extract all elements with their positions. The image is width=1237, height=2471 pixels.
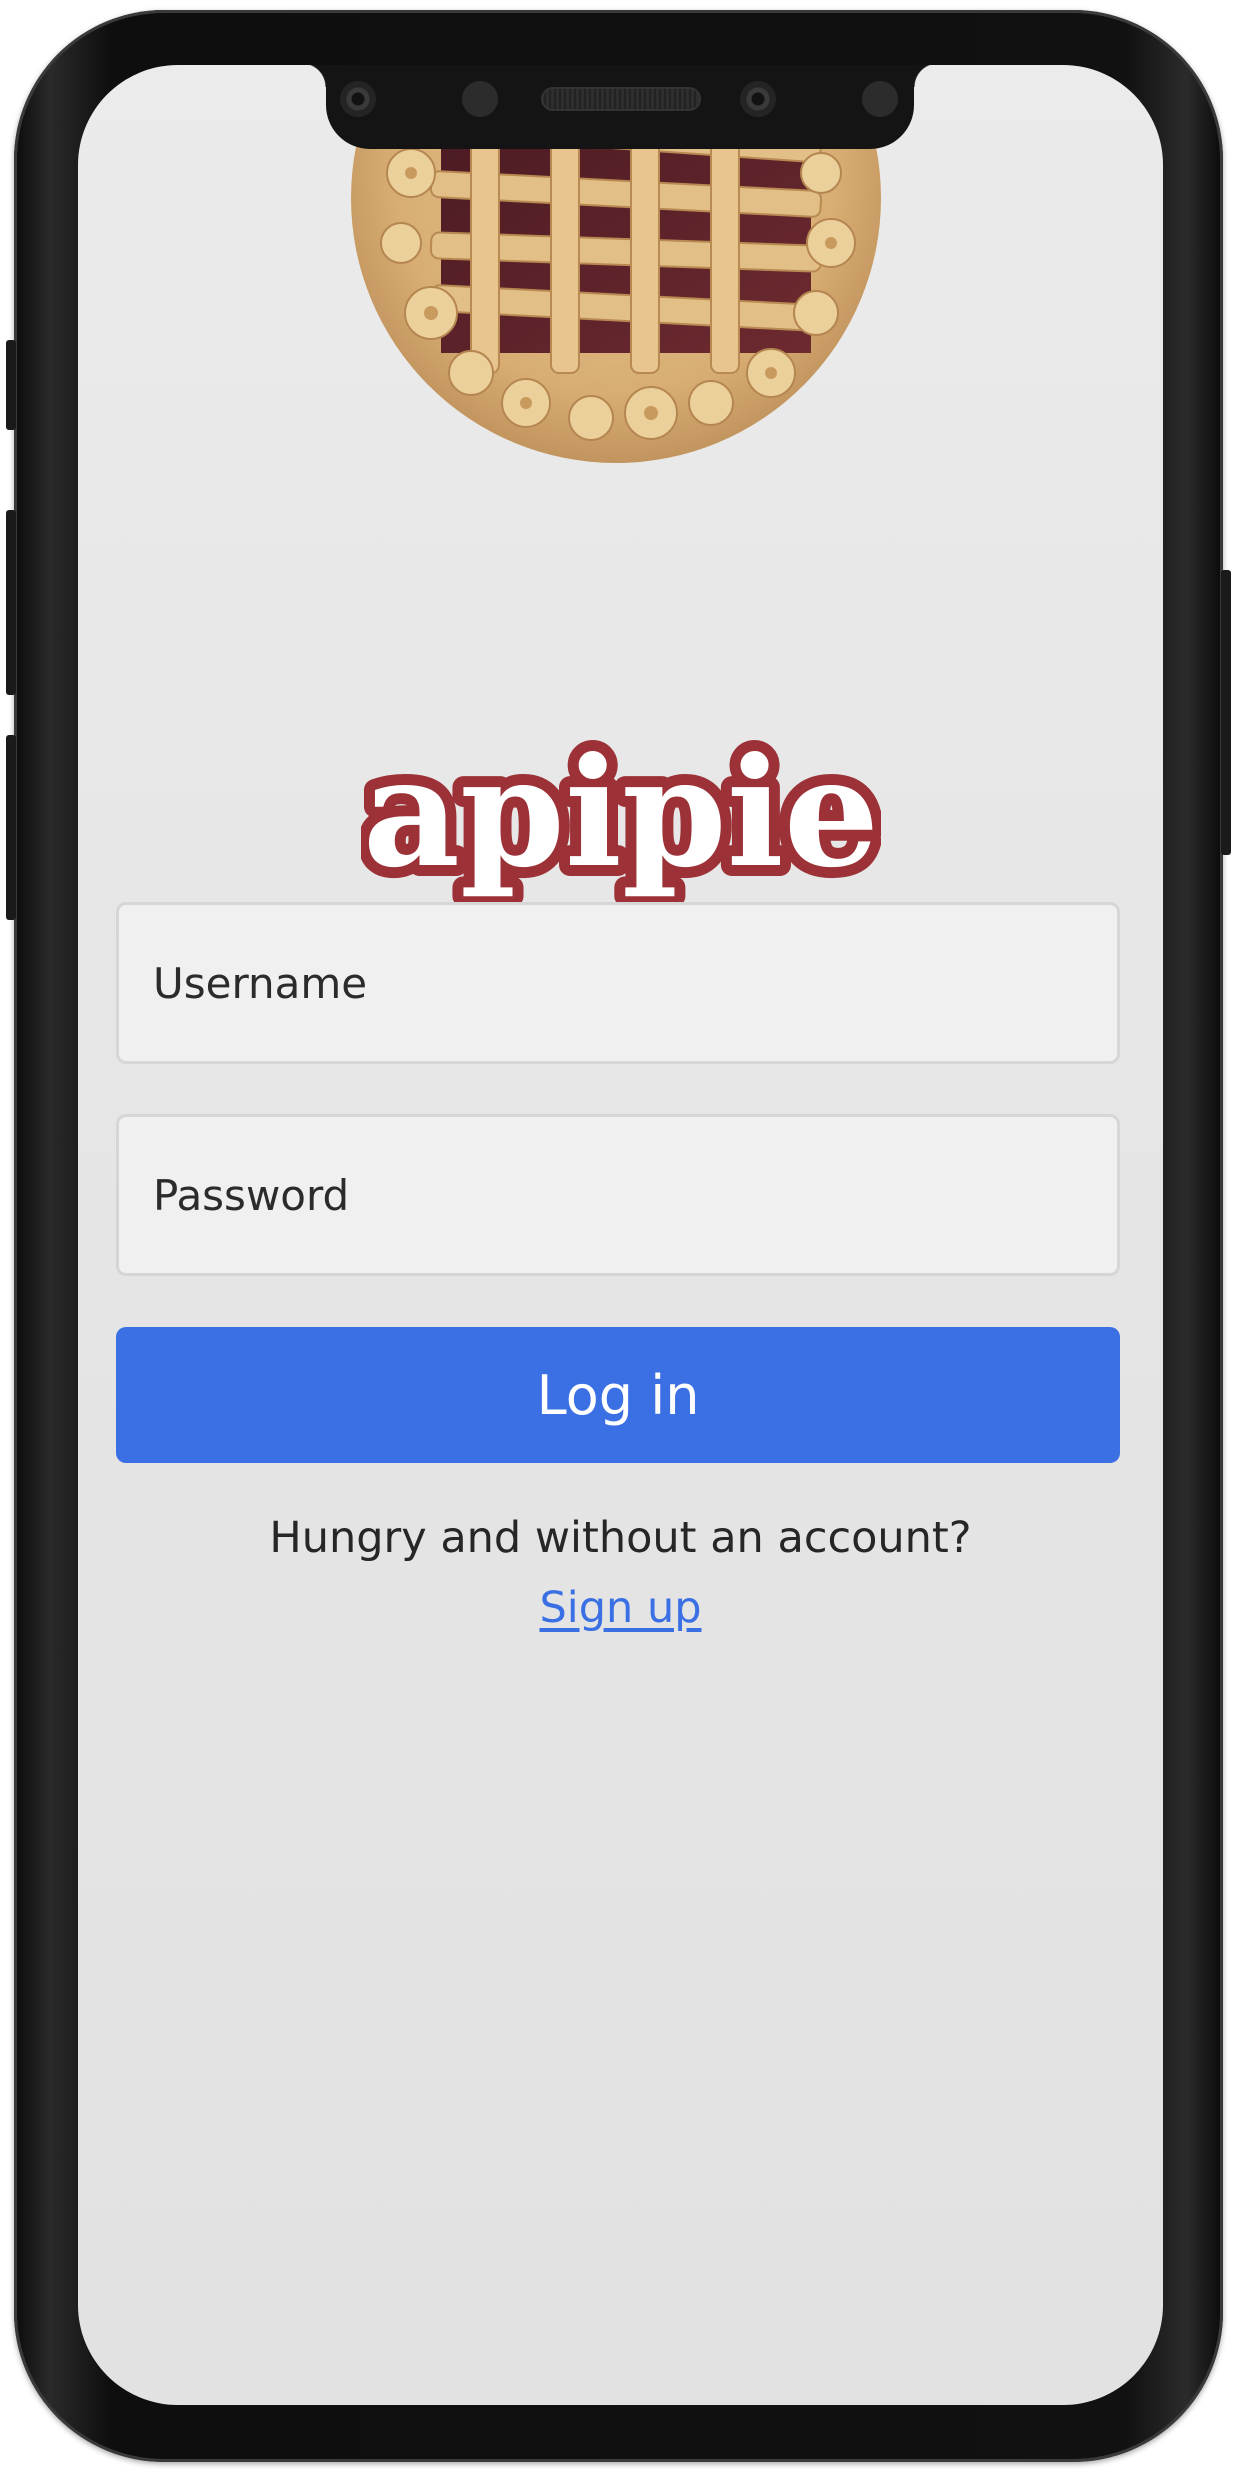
password-input[interactable] xyxy=(116,1114,1120,1276)
login-button[interactable]: Log in xyxy=(116,1327,1120,1463)
volume-up-button xyxy=(6,510,16,695)
silent-switch xyxy=(6,340,16,430)
logo-text: apipie xyxy=(362,725,878,901)
username-input[interactable] xyxy=(116,902,1120,1064)
signup-link-row: Sign up xyxy=(78,1583,1163,1633)
device-notch xyxy=(302,65,938,149)
face-id-camera-icon xyxy=(740,81,776,117)
proximity-sensor-icon xyxy=(462,81,498,117)
app-screen: apipie apipie Log in Hungry and without … xyxy=(78,65,1163,2405)
signup-prompt-text: Hungry and without an account? xyxy=(269,1513,972,1563)
front-camera-icon xyxy=(340,81,376,117)
signup-link[interactable]: Sign up xyxy=(539,1583,701,1633)
power-button xyxy=(1221,570,1231,855)
volume-down-button xyxy=(6,735,16,920)
ambient-sensor-icon xyxy=(862,81,898,117)
earpiece-speaker-icon xyxy=(541,87,701,111)
